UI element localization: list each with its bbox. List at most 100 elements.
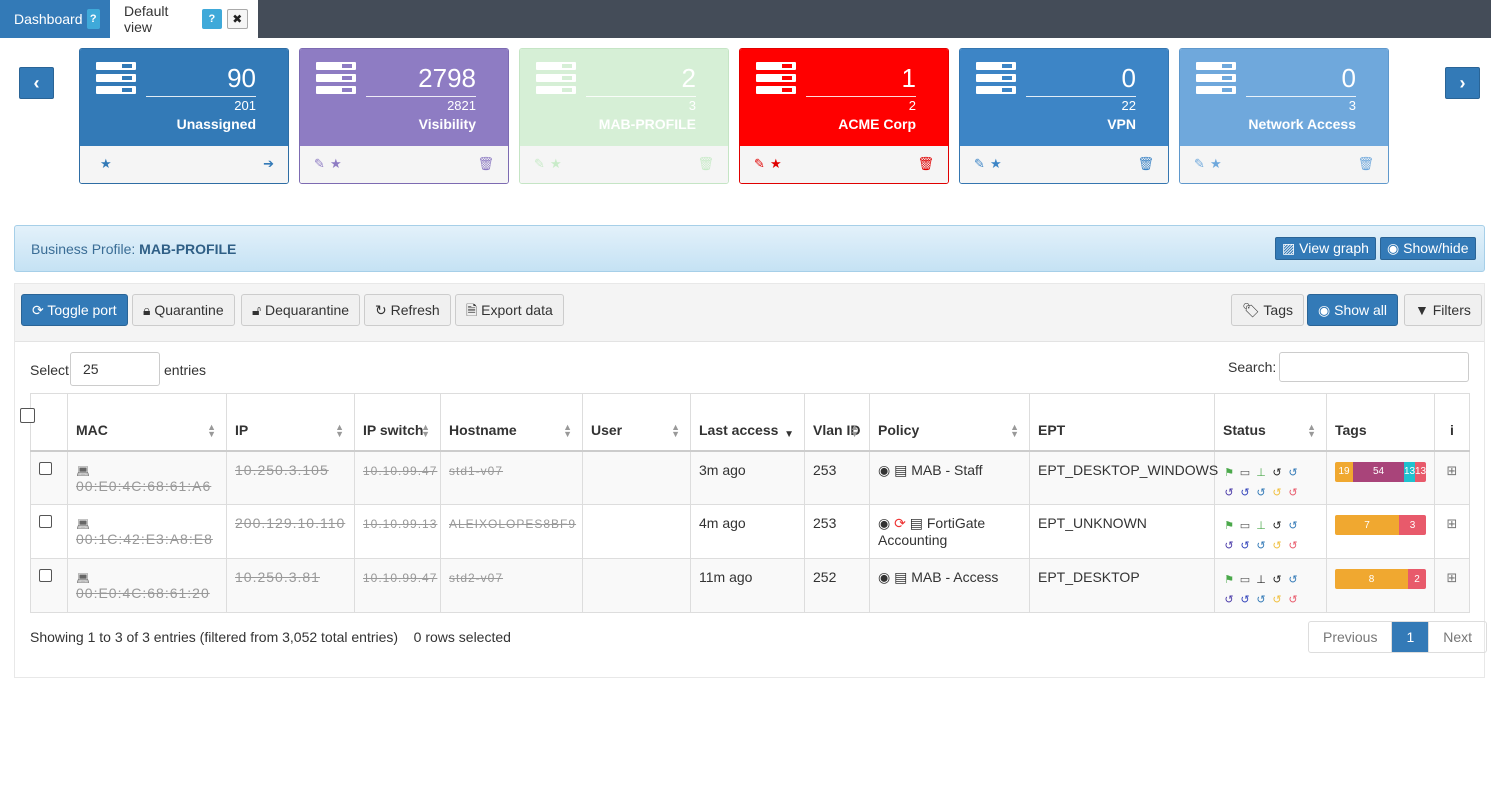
pencil-icon[interactable]: ✎ bbox=[1194, 156, 1205, 172]
sort-icon: ▲ ▼ bbox=[207, 421, 216, 439]
column-label: Policy bbox=[878, 421, 920, 438]
card-header[interactable]: 90 201 Unassigned bbox=[80, 49, 288, 146]
pencil-icon[interactable]: ✎ bbox=[534, 156, 545, 172]
refresh-button[interactable]: ↻ Refresh bbox=[364, 294, 451, 326]
tab-default-view[interactable]: Default view ? ✖ bbox=[110, 0, 258, 38]
view-graph-button[interactable]: ▨ View graph bbox=[1275, 237, 1376, 260]
tag-bar[interactable]: 82 bbox=[1335, 569, 1426, 589]
dequarantine-button[interactable]: 🔓︎ Dequarantine bbox=[241, 294, 361, 326]
profile-card[interactable]: 1 2 ACME Corp ✎ ★ 🗑︎ bbox=[739, 48, 949, 184]
tag-segment[interactable]: 8 bbox=[1335, 569, 1408, 589]
close-tab-button[interactable]: ✖ bbox=[226, 9, 248, 29]
eye-icon: ◉ bbox=[878, 569, 891, 585]
help-button[interactable]: ? bbox=[202, 9, 222, 29]
profile-card[interactable]: 90 201 Unassigned ★ ➔ bbox=[79, 48, 289, 184]
profile-card[interactable]: 2798 2821 Visibility ✎ ★ 🗑︎ bbox=[299, 48, 509, 184]
card-footer: ✎ ★ 🗑︎ bbox=[300, 146, 508, 183]
card-header[interactable]: 2 3 MAB-PROFILE bbox=[520, 49, 728, 146]
pencil-icon[interactable]: ✎ bbox=[974, 156, 985, 172]
sitemap-icon: ⊥ bbox=[1256, 466, 1266, 479]
show-all-button[interactable]: ◉ Show all bbox=[1307, 294, 1399, 326]
star-icon[interactable]: ★ bbox=[990, 156, 1002, 172]
tag-segment[interactable]: 13 bbox=[1415, 461, 1426, 482]
pencil-icon[interactable]: ✎ bbox=[314, 156, 325, 172]
profile-card[interactable]: 0 22 VPN ✎ ★ 🗑︎ bbox=[959, 48, 1169, 184]
tag-bar[interactable]: 19 54 13 13 bbox=[1335, 461, 1426, 482]
user-cell bbox=[582, 504, 691, 559]
tags-button[interactable]: 🏷︎ Tags bbox=[1231, 294, 1304, 326]
expand-icon[interactable]: ⊞ bbox=[1447, 570, 1458, 585]
star-icon[interactable]: ★ bbox=[100, 156, 112, 172]
business-profile-label: Business Profile: MAB-PROFILE bbox=[31, 241, 237, 257]
profile-card[interactable]: 0 3 Network Access ✎ ★ 🗑︎ bbox=[1179, 48, 1389, 184]
star-icon[interactable]: ★ bbox=[330, 156, 342, 172]
policy-cell: ◉ ▤ MAB - Access bbox=[869, 558, 1030, 613]
star-icon[interactable]: ★ bbox=[1210, 156, 1222, 172]
page-1-button[interactable]: 1 bbox=[1392, 622, 1430, 652]
next-page-button[interactable]: Next bbox=[1429, 622, 1486, 652]
tag-bar[interactable]: 73 bbox=[1335, 515, 1426, 535]
trash-icon[interactable]: 🗑︎ bbox=[697, 156, 714, 172]
card-header[interactable]: 0 3 Network Access bbox=[1180, 49, 1388, 146]
column-header[interactable]: Status ▲ ▼ bbox=[1214, 393, 1327, 452]
export-data-button[interactable]: 🗎︎ Export data bbox=[455, 294, 564, 326]
tag-segment[interactable]: 54 bbox=[1353, 461, 1404, 482]
trash-icon[interactable]: 🗑︎ bbox=[1137, 156, 1154, 172]
row-checkbox[interactable] bbox=[39, 569, 52, 582]
select-all-checkbox[interactable] bbox=[20, 408, 35, 423]
sort-icon: ▲ ▼ bbox=[671, 421, 680, 439]
mac-cell: 💻︎ 00:E0:4C:68:61:A6 bbox=[67, 450, 227, 505]
tag-segment[interactable]: 3 bbox=[1399, 515, 1426, 535]
table-row[interactable]: 💻︎ 00:1C:42:E3:A8:E8 200.129.10.110 10.1… bbox=[30, 504, 1470, 559]
sitemap-icon: ⊥ bbox=[1256, 520, 1266, 532]
column-header[interactable]: Last access ▼ bbox=[690, 393, 805, 452]
tag-segment[interactable]: 2 bbox=[1408, 569, 1426, 589]
tab-dashboard[interactable]: Dashboard ? bbox=[0, 0, 110, 38]
sort-icon: ▲ ▼ bbox=[1307, 421, 1316, 439]
card-header[interactable]: 0 22 VPN bbox=[960, 49, 1168, 146]
search-input[interactable] bbox=[1279, 352, 1469, 382]
quarantine-button[interactable]: 🔒︎ Quarantine bbox=[132, 294, 235, 326]
ept-cell: EPT_UNKNOWN bbox=[1029, 504, 1215, 559]
table-row[interactable]: 💻︎ 00:E0:4C:68:61:A6 10.250.3.105 10.10.… bbox=[30, 450, 1470, 505]
star-icon[interactable]: ★ bbox=[770, 156, 782, 172]
card-header[interactable]: 2798 2821 Visibility bbox=[300, 49, 508, 146]
column-header[interactable]: IP ▲ ▼ bbox=[226, 393, 355, 452]
trash-icon[interactable]: 🗑︎ bbox=[917, 156, 934, 172]
server-icon bbox=[976, 62, 1016, 98]
expand-icon[interactable]: ⊞ bbox=[1447, 463, 1458, 478]
filters-button[interactable]: ▼ Filters bbox=[1404, 294, 1482, 326]
sort-icon: ▲ ▼ bbox=[421, 421, 430, 439]
column-header[interactable]: Policy ▲ ▼ bbox=[869, 393, 1030, 452]
column-header[interactable]: MAC ▲ ▼ bbox=[67, 393, 227, 452]
tag-segment[interactable]: 7 bbox=[1335, 515, 1399, 535]
carousel-next-button[interactable]: › bbox=[1445, 67, 1480, 99]
show-hide-button[interactable]: ◉ Show/hide bbox=[1380, 237, 1476, 260]
star-icon[interactable]: ★ bbox=[550, 156, 562, 172]
carousel-prev-button[interactable]: ‹ bbox=[19, 67, 54, 99]
row-checkbox[interactable] bbox=[39, 461, 52, 475]
arrow-right-icon[interactable]: ➔ bbox=[263, 156, 274, 172]
column-header[interactable]: i bbox=[1434, 393, 1470, 452]
column-header[interactable]: Vlan ID ▲ ▼ bbox=[804, 393, 870, 452]
column-header[interactable]: IP switch ▲ ▼ bbox=[354, 393, 441, 452]
pencil-icon[interactable]: ✎ bbox=[754, 156, 765, 172]
toggle-port-button[interactable]: ⟳ Toggle port bbox=[21, 294, 128, 326]
profile-card[interactable]: 2 3 MAB-PROFILE ✎ ★ 🗑︎ bbox=[519, 48, 729, 184]
trash-icon[interactable]: 🗑︎ bbox=[477, 156, 494, 172]
card-header[interactable]: 1 2 ACME Corp bbox=[740, 49, 948, 146]
trash-icon[interactable]: 🗑︎ bbox=[1357, 156, 1374, 172]
column-header[interactable]: User ▲ ▼ bbox=[582, 393, 691, 452]
tag-segment[interactable]: 13 bbox=[1404, 461, 1415, 482]
row-checkbox[interactable] bbox=[39, 515, 52, 528]
column-header[interactable]: EPT bbox=[1029, 393, 1215, 452]
ept-cell: EPT_DESKTOP_WINDOWS bbox=[1029, 450, 1218, 505]
table-row[interactable]: 💻︎ 00:E0:4C:68:61:20 10.250.3.81 10.10.9… bbox=[30, 558, 1470, 613]
entries-select[interactable]: 25 bbox=[70, 352, 160, 386]
column-header[interactable]: Tags bbox=[1326, 393, 1435, 452]
previous-page-button[interactable]: Previous bbox=[1309, 622, 1393, 652]
column-header[interactable]: Hostname ▲ ▼ bbox=[440, 393, 583, 452]
help-button[interactable]: ? bbox=[86, 9, 100, 29]
tag-segment[interactable]: 19 bbox=[1335, 461, 1353, 482]
expand-icon[interactable]: ⊞ bbox=[1447, 516, 1458, 531]
